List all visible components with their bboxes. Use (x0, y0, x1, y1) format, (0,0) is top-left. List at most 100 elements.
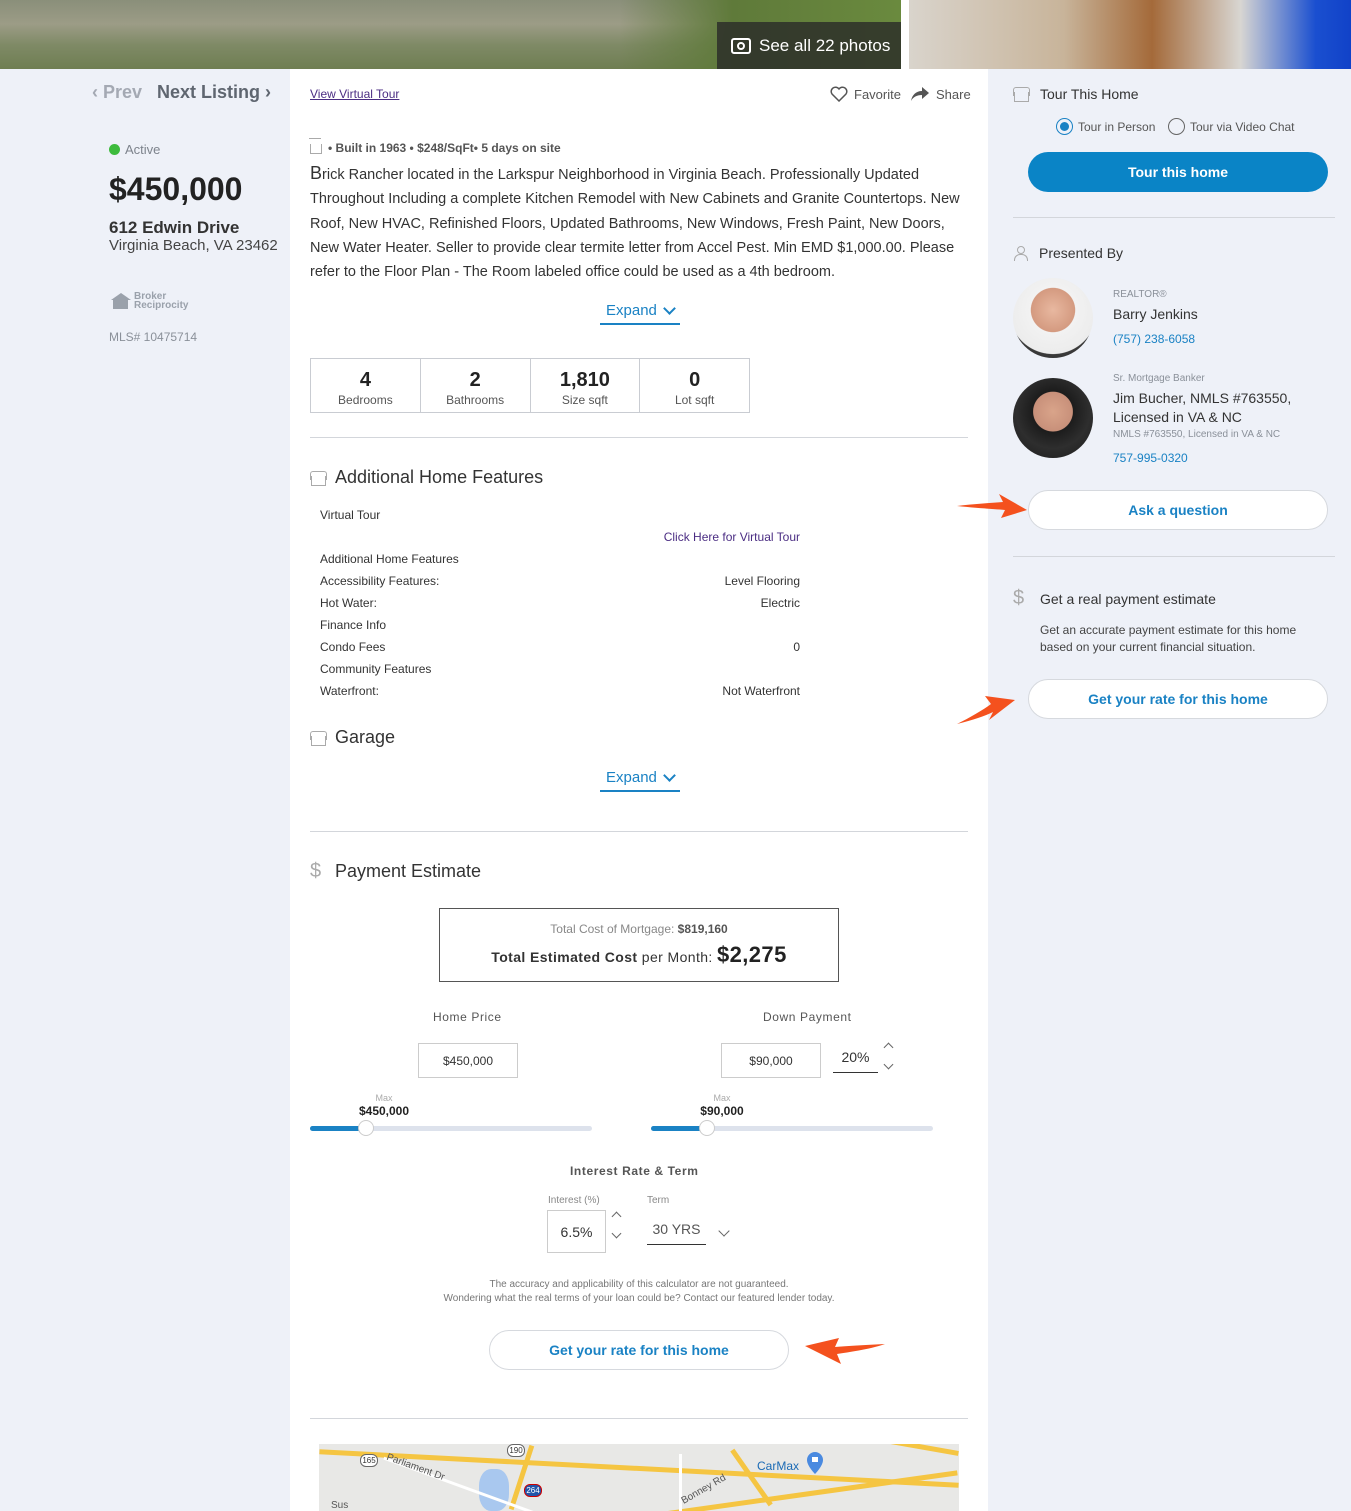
map-road (879, 1444, 959, 1456)
slider-handle[interactable] (699, 1120, 715, 1136)
lender-role: Sr. Mortgage Banker (1113, 373, 1205, 384)
get-rate-button-main[interactable]: Get your rate for this home (489, 1330, 789, 1370)
presented-by-title: Presented By (1039, 245, 1124, 261)
radio-selected[interactable] (1056, 118, 1073, 135)
route-shield: 165 (360, 1454, 378, 1467)
feature-label: Condo Fees (320, 640, 386, 654)
annotation-arrow-icon (957, 494, 1027, 518)
home-price-max-value: $450,000 (358, 1104, 410, 1118)
map-label: Bonney Rd (679, 1472, 728, 1507)
home-icon (310, 730, 327, 746)
agent-avatar[interactable] (1013, 278, 1093, 358)
interest-rate-input[interactable]: 6.5% (547, 1210, 606, 1253)
interest-stepper[interactable] (611, 1211, 623, 1239)
tour-this-home-button[interactable]: Tour this home (1028, 152, 1328, 192)
presented-by-heading: Presented By (1013, 245, 1123, 261)
tour-in-person-option[interactable]: Tour in Person (1056, 118, 1155, 135)
lender-avatar[interactable] (1013, 378, 1093, 458)
dollar-icon: $ (1013, 587, 1025, 609)
view-virtual-tour-link[interactable]: View Virtual Tour (310, 87, 399, 101)
expand-label: Expand (606, 302, 657, 319)
description-text: rick Rancher located in the Larkspur Nei… (310, 167, 960, 281)
status-label: Active (125, 142, 161, 157)
lender-license: NMLS #763550, Licensed in VA & NC (1113, 429, 1281, 440)
term-select[interactable]: 30 YRS (647, 1221, 706, 1245)
down-payment-max-label: Max (713, 1093, 731, 1103)
lender-phone-link[interactable]: 757-995-0320 (1113, 451, 1188, 465)
share-button[interactable]: Share (910, 86, 971, 102)
stat-label: Bathrooms (446, 393, 505, 407)
feature-label: Accessibility Features: (320, 574, 440, 588)
estimate-description: Get an accurate payment estimate for thi… (1040, 623, 1297, 654)
photo-strip[interactable]: See all 22 photos (0, 0, 1351, 69)
feature-row: Additional Home Features (320, 552, 800, 566)
address-city: Virginia Beach, VA 23462 (109, 237, 278, 254)
broker-house-icon (111, 293, 131, 309)
stat-value: 0 (689, 369, 701, 391)
home-icon (1013, 87, 1030, 102)
chevron-down-icon (663, 301, 676, 315)
secondary-photo[interactable] (909, 0, 1351, 69)
map-street (679, 1454, 682, 1511)
chevron-up-icon[interactable] (611, 1211, 622, 1222)
expand-description-button[interactable]: Expand (600, 301, 680, 325)
feature-row: Condo Fees 0 (320, 640, 800, 654)
home-price-input[interactable]: $450,000 (418, 1043, 518, 1078)
additional-features-title: Additional Home Features (335, 467, 544, 487)
garage-title: Garage (335, 727, 396, 747)
description-drop-letter: B (310, 163, 323, 183)
prev-listing-link[interactable]: ‹ Prev (92, 82, 142, 103)
down-payment-stepper[interactable] (883, 1042, 895, 1070)
slider-handle[interactable] (358, 1120, 374, 1136)
feature-label: Waterfront: (320, 684, 379, 698)
stat-lot: 0 Lot sqft (640, 359, 749, 412)
tour-video-chat-option[interactable]: Tour via Video Chat (1168, 118, 1295, 135)
feature-value: Level Flooring (724, 574, 800, 588)
agent-phone-link[interactable]: (757) 238-6058 (1113, 332, 1195, 346)
term-label: Term (647, 1195, 670, 1206)
chevron-up-icon[interactable] (883, 1042, 894, 1053)
home-price-slider[interactable] (310, 1120, 592, 1136)
divider (310, 831, 968, 832)
down-payment-percent-field[interactable]: 20% (833, 1046, 878, 1073)
heart-icon (830, 86, 848, 102)
down-payment-input[interactable]: $90,000 (721, 1043, 821, 1078)
listing-description: Brick Rancher located in the Larkspur Ne… (310, 161, 970, 284)
broker-reciprocity-logo: Broker Reciprocity (111, 292, 188, 311)
feature-label: Additional Home Features (320, 552, 459, 566)
garage-heading: Garage (310, 727, 395, 748)
radio-unselected[interactable] (1168, 118, 1185, 135)
virtual-tour-feature-link[interactable]: Click Here for Virtual Tour (320, 530, 800, 544)
down-payment-slider[interactable] (651, 1120, 933, 1136)
feature-row: Hot Water: Electric (320, 596, 800, 610)
agent-role: REALTOR® (1113, 289, 1167, 300)
see-all-photos-button[interactable]: See all 22 photos (717, 22, 901, 69)
estimate-title: Get a real payment estimate (1040, 590, 1216, 607)
see-all-photos-label: See all 22 photos (759, 35, 891, 55)
person-icon (1013, 246, 1028, 261)
divider (310, 1418, 968, 1419)
dollar-icon: $ (310, 860, 322, 882)
listing-price: $450,000 (109, 171, 243, 207)
ask-question-button[interactable]: Ask a question (1028, 490, 1328, 530)
home-stats: 4 Bedrooms 2 Bathrooms 1,810 Size sqft 0… (310, 358, 750, 413)
feature-label: Virtual Tour (320, 508, 381, 522)
monthly-cost: Total Estimated Cost per Month: $2,275 (491, 942, 787, 967)
next-listing-link[interactable]: Next Listing › (157, 82, 271, 103)
agent-name: Barry Jenkins (1113, 306, 1198, 322)
annotation-arrow-icon (957, 696, 1015, 724)
get-rate-button-sidebar[interactable]: Get your rate for this home (1028, 679, 1328, 719)
map-pin-icon[interactable] (807, 1452, 823, 1474)
map[interactable]: 165 190 264 Parliament Dr CarMax Bonney … (319, 1444, 959, 1511)
feature-row: Finance Info (320, 618, 800, 632)
favorite-button[interactable]: Favorite (830, 86, 901, 102)
divider (1013, 217, 1335, 218)
feature-row: Waterfront: Not Waterfront (320, 684, 800, 698)
expand-features-button[interactable]: Expand (600, 768, 680, 792)
home-facts-text: • Built in 1963 • $248/SqFt• 5 days on s… (328, 141, 561, 155)
stat-label: Lot sqft (674, 393, 715, 407)
chevron-down-icon[interactable] (883, 1059, 894, 1070)
chevron-down-icon[interactable] (611, 1228, 622, 1239)
feature-value: Not Waterfront (722, 684, 800, 698)
payment-estimate-title: Payment Estimate (335, 861, 482, 881)
